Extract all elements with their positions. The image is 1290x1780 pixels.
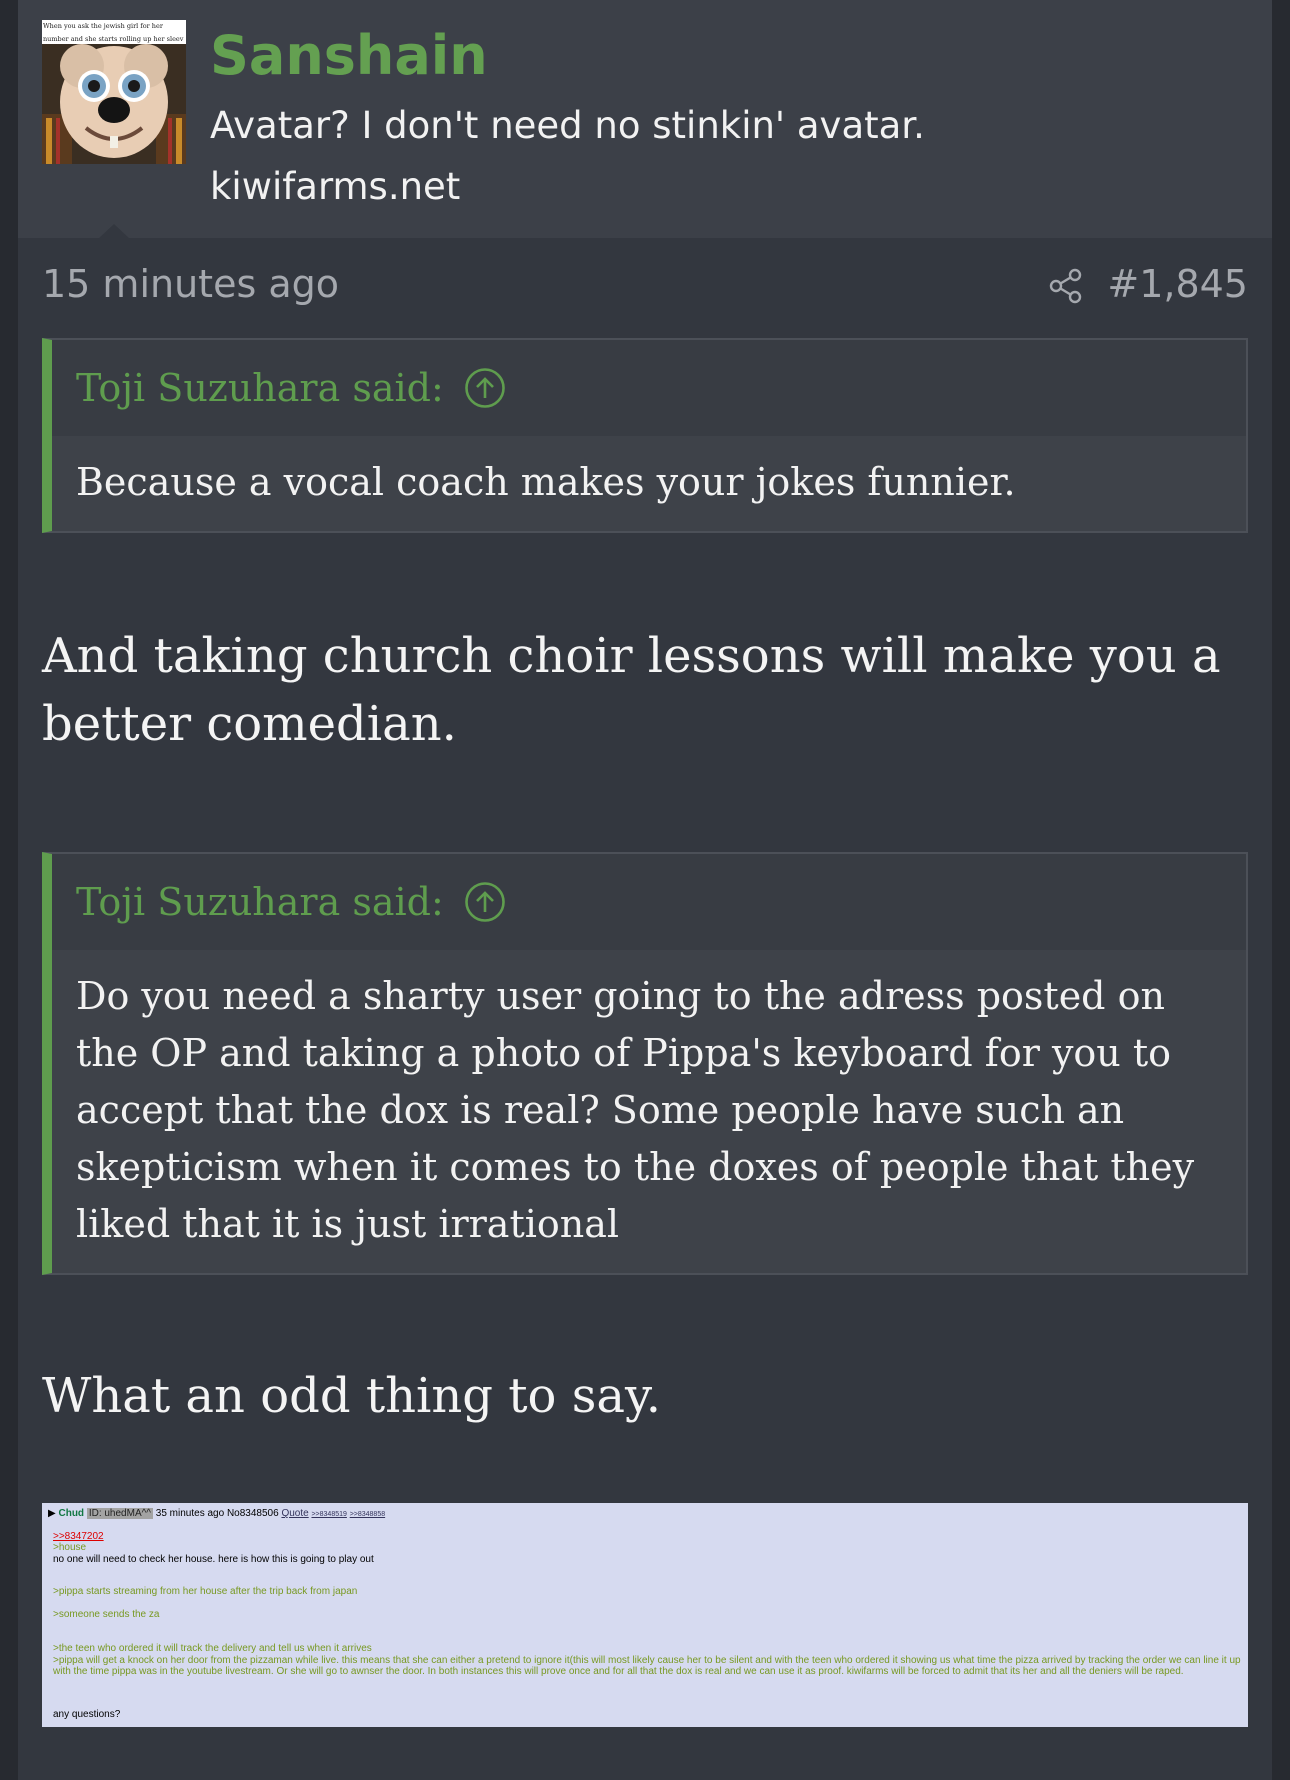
quote-block: Toji Suzuhara said: Do you need a sharty… bbox=[42, 852, 1248, 1275]
quote-author[interactable]: Toji Suzuhara said: bbox=[76, 880, 444, 924]
quote-block: Toji Suzuhara said: Because a vocal coac… bbox=[42, 338, 1248, 533]
quote-header: Toji Suzuhara said: bbox=[52, 340, 1246, 436]
header-notch bbox=[98, 224, 130, 239]
greentext-line: >pippa will get a knock on her door from… bbox=[53, 1655, 1241, 1677]
post-text-line: any questions? bbox=[53, 1709, 121, 1720]
post-number[interactable]: #1,845 bbox=[1107, 262, 1248, 306]
poster-id: ID: uhedMA^^ bbox=[86, 1508, 153, 1519]
quote-link[interactable]: Quote bbox=[281, 1508, 308, 1519]
username[interactable]: Sanshain bbox=[210, 24, 488, 87]
greentext-line: >the teen who ordered it will track the … bbox=[53, 1643, 372, 1654]
arrow-up-circle-icon[interactable] bbox=[464, 367, 506, 409]
user-title: Avatar? I don't need no stinkin' avatar. bbox=[210, 104, 925, 147]
post: When you ask the jewish girl for her num… bbox=[18, 0, 1272, 1780]
avatar-caption: When you ask the jewish girl for her num… bbox=[42, 20, 186, 46]
reply-link[interactable]: >>8348519 bbox=[311, 1511, 346, 1518]
post-time-number: 35 minutes ago No8348506 bbox=[155, 1508, 279, 1519]
attached-screenshot[interactable]: ▶ Chud ID: uhedMA^^ 35 minutes ago No834… bbox=[42, 1503, 1248, 1727]
message-text: And taking church choir lessons will mak… bbox=[42, 628, 1221, 752]
share-icon[interactable] bbox=[1046, 266, 1086, 306]
quote-header: Toji Suzuhara said: bbox=[52, 854, 1246, 950]
expand-marker-icon[interactable]: ▶ bbox=[48, 1508, 56, 1519]
poster-name: Chud bbox=[58, 1508, 85, 1519]
user-site: kiwifarms.net bbox=[210, 165, 461, 208]
greentext-line: >someone sends the za bbox=[53, 1609, 160, 1620]
reply-ref-link[interactable]: >>8347202 bbox=[53, 1531, 104, 1542]
arrow-up-circle-icon[interactable] bbox=[464, 881, 506, 923]
user-header: When you ask the jewish girl for her num… bbox=[18, 0, 1272, 239]
quote-author[interactable]: Toji Suzuhara said: bbox=[76, 366, 444, 410]
post-time[interactable]: 15 minutes ago bbox=[42, 262, 339, 306]
quote-body: Because a vocal coach makes your jokes f… bbox=[76, 460, 1016, 504]
avatar-image bbox=[42, 44, 186, 164]
quote-body: Do you need a sharty user going to the a… bbox=[76, 974, 1195, 1246]
post-text-line: no one will need to check her house. her… bbox=[53, 1554, 374, 1565]
greentext-line: >house bbox=[53, 1542, 87, 1553]
message-text: What an odd thing to say. bbox=[42, 1368, 661, 1424]
chan-post-header: ▶ Chud ID: uhedMA^^ 35 minutes ago No834… bbox=[48, 1508, 385, 1519]
reply-link[interactable]: >>8348858 bbox=[350, 1511, 385, 1518]
avatar[interactable]: When you ask the jewish girl for her num… bbox=[42, 20, 186, 164]
greentext-line: >pippa starts streaming from her house a… bbox=[53, 1586, 358, 1597]
